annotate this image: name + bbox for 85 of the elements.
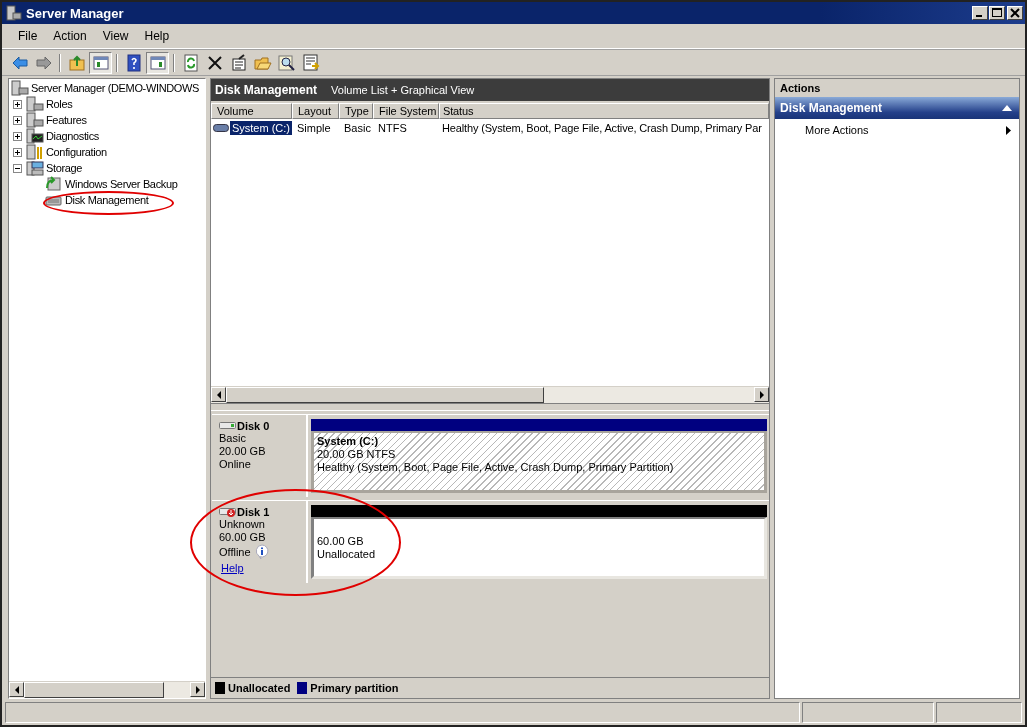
tree-item[interactable]: Server Manager (DEMO-WINDOWS <box>30 82 201 94</box>
collapse-icon[interactable] <box>1002 105 1012 111</box>
legend-label: Unallocated <box>228 682 291 694</box>
panel-title: Disk Management <box>215 83 318 97</box>
tree-item[interactable]: Features <box>45 114 88 126</box>
partition-block[interactable]: 60.00 GB Unallocated <box>311 517 767 579</box>
storage-icon <box>26 160 44 176</box>
scroll-left-icon[interactable] <box>13 685 20 694</box>
disk-status: Offline <box>219 545 251 559</box>
table-cell[interactable]: System (C:) <box>229 121 292 135</box>
maximize-icon <box>992 8 1002 18</box>
close-icon <box>1010 8 1020 18</box>
expander-icon[interactable] <box>13 131 22 141</box>
actions-header: Actions <box>775 79 1019 97</box>
server-icon <box>26 96 44 112</box>
partition-detail: Healthy (System, Boot, Page File, Active, Crash Dump, Primary Partition) <box>317 461 674 474</box>
tree-pane-button[interactable] <box>89 51 112 74</box>
column-header[interactable]: File System <box>373 103 439 119</box>
tree-pane-icon <box>91 53 110 72</box>
table-cell-text: Basic <box>343 122 372 134</box>
tree-item[interactable]: Disk Management <box>64 194 150 206</box>
info-icon[interactable] <box>254 544 269 560</box>
close-button[interactable] <box>1007 6 1023 20</box>
refresh-icon <box>181 53 200 72</box>
window-title: Server Manager <box>26 5 124 21</box>
tree-item[interactable]: Roles <box>45 98 74 110</box>
volume-icon <box>213 123 229 133</box>
scroll-right-icon[interactable] <box>758 390 765 399</box>
horizontal-scrollbar[interactable] <box>211 386 769 403</box>
server-tools-icon <box>26 144 44 160</box>
tree-item[interactable]: Windows Server Backup <box>64 178 179 190</box>
maximize-button[interactable] <box>989 6 1005 20</box>
actions-section-header[interactable]: Disk Management <box>775 97 1019 119</box>
partition-detail: 20.00 GB NTFS <box>317 448 396 461</box>
expander-icon[interactable] <box>13 147 22 157</box>
backup-icon <box>45 176 63 192</box>
help-link[interactable]: Help <box>221 562 244 574</box>
search-icon <box>277 53 296 72</box>
expander-icon[interactable] <box>13 115 22 125</box>
minimize-icon <box>976 15 982 17</box>
column-header[interactable]: Status <box>439 103 769 119</box>
table-cell-text: Simple <box>296 122 332 134</box>
scroll-right-icon[interactable] <box>194 685 201 694</box>
horizontal-scrollbar[interactable] <box>9 681 205 698</box>
partition-detail: Unallocated <box>317 547 376 561</box>
server-monitor-icon <box>26 128 44 144</box>
disk-size: 60.00 GB <box>219 531 267 544</box>
partition-name: System (C:) <box>317 435 379 448</box>
disk-type: Unknown <box>219 518 266 531</box>
expander-icon[interactable] <box>13 99 22 109</box>
tree-item[interactable]: Storage <box>45 162 84 174</box>
column-header[interactable]: Volume <box>211 103 292 119</box>
partition-block[interactable]: System (C:) 20.00 GB NTFS Healthy (System, Boot, Page File, Active, Crash Dump, Primary Partition) <box>311 431 767 493</box>
help-icon <box>124 53 143 72</box>
properties-icon <box>229 53 248 72</box>
disk-size: 20.00 GB <box>219 445 267 458</box>
server-icon <box>6 5 22 21</box>
minimize-button[interactable] <box>972 6 988 20</box>
server-icon <box>11 80 29 96</box>
panel-subtitle: Volume List + Graphical View <box>331 84 475 96</box>
column-header[interactable]: Layout <box>292 103 339 119</box>
menu-item[interactable]: File <box>10 29 46 43</box>
action-pane-icon <box>148 53 167 72</box>
menu-item[interactable]: Action <box>45 29 95 43</box>
disk-name: Disk 0 <box>237 420 270 432</box>
column-header[interactable]: Type <box>339 103 373 119</box>
table-cell-text: Healthy (System, Boot, Page File, Active, Crash Dump, Primary Par <box>441 122 763 134</box>
action-item[interactable]: More Actions <box>805 124 869 136</box>
export-list-icon <box>301 53 320 72</box>
server-icon <box>26 112 44 128</box>
folder-up-icon <box>67 53 86 72</box>
disk-status: Online <box>219 458 251 471</box>
menu-item[interactable]: Help <box>136 29 178 43</box>
table-cell-text: NTFS <box>377 122 408 134</box>
tree-item[interactable]: Configuration <box>45 146 108 158</box>
disk-name: Disk 1 <box>237 506 270 518</box>
tree-item[interactable]: Diagnostics <box>45 130 100 142</box>
partition-detail: 60.00 GB <box>317 534 364 548</box>
scroll-left-icon[interactable] <box>215 390 222 399</box>
expander-icon[interactable] <box>13 163 22 173</box>
action-pane-button[interactable] <box>146 51 169 74</box>
legend-label: Primary partition <box>310 682 399 694</box>
menu-item[interactable]: View <box>94 29 137 43</box>
disk-type: Basic <box>219 432 247 445</box>
delete-icon <box>205 53 224 72</box>
